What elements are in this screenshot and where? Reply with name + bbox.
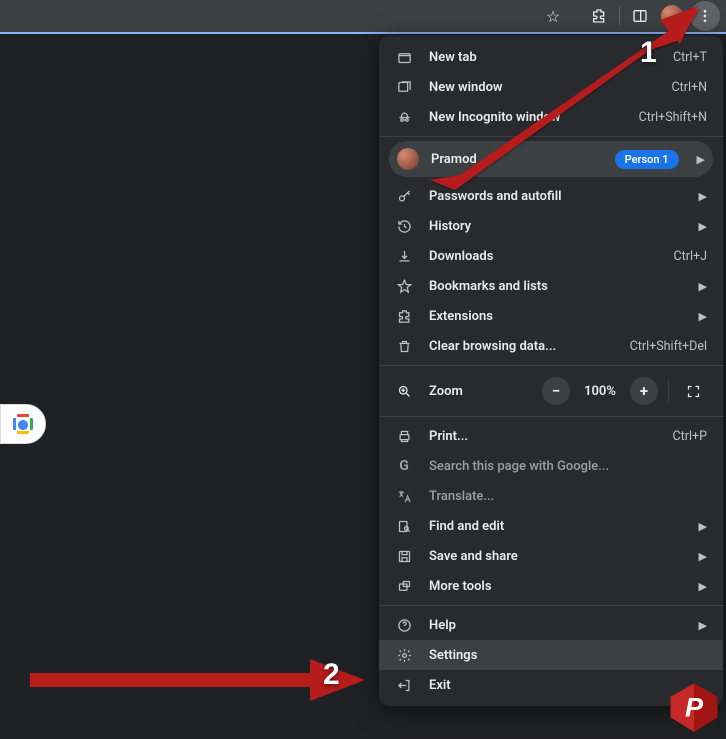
chevron-right-icon: ▶ [699,520,707,533]
annotation-label-2: 2 [323,660,340,690]
menu-clear-data[interactable]: Clear browsing data... Ctrl+Shift+Del [379,331,723,361]
menu-new-window[interactable]: New window Ctrl+N [379,72,723,102]
menu-help[interactable]: Help ▶ [379,610,723,640]
extensions-icon[interactable] [585,2,613,30]
google-g-icon: G [395,458,413,474]
bookmark-star-icon[interactable]: ☆ [539,2,567,30]
chevron-right-icon: ▶ [699,220,707,233]
settings-icon [395,648,413,663]
find-icon [395,519,413,534]
fullscreen-button[interactable] [679,377,707,405]
chevron-right-icon: ▶ [699,190,707,203]
menu-downloads[interactable]: Downloads Ctrl+J [379,241,723,271]
menu-translate: Translate... [379,481,723,511]
menu-extensions[interactable]: Extensions ▶ [379,301,723,331]
profile-avatar[interactable] [658,2,686,30]
menu-history[interactable]: History ▶ [379,211,723,241]
menu-settings[interactable]: Settings [379,640,723,670]
tab-icon [395,50,413,65]
download-icon [395,249,413,264]
menu-bookmarks[interactable]: Bookmarks and lists ▶ [379,271,723,301]
window-icon [395,80,413,95]
toolbar-separator [619,7,620,25]
zoom-in-button[interactable]: + [630,377,658,405]
chrome-main-menu: New tab Ctrl+T New window Ctrl+N New Inc… [379,36,723,706]
help-icon [395,618,413,633]
exit-icon [395,678,413,693]
history-icon [395,219,413,234]
side-panel-icon[interactable] [626,2,654,30]
menu-profile[interactable]: Pramod Person 1 ▶ [389,141,713,177]
zoom-percent: 100% [580,384,620,399]
print-icon [395,429,413,444]
profile-avatar-icon [397,148,419,170]
key-icon [395,189,413,204]
chevron-right-icon: ▶ [699,580,707,593]
menu-search-google: G Search this page with Google... [379,451,723,481]
chevron-right-icon: ▶ [699,550,707,563]
save-icon [395,549,413,564]
google-lens-icon [13,414,33,434]
chevron-right-icon: ▶ [697,153,705,166]
chevron-right-icon: ▶ [699,619,707,632]
menu-print[interactable]: Print... Ctrl+P [379,421,723,451]
menu-save-share[interactable]: Save and share ▶ [379,541,723,571]
zoom-out-button[interactable]: − [542,377,570,405]
incognito-icon [395,110,413,125]
menu-find-edit[interactable]: Find and edit ▶ [379,511,723,541]
star-icon [395,279,413,294]
translate-icon [395,489,413,504]
menu-exit[interactable]: Exit [379,670,723,700]
menu-new-tab[interactable]: New tab Ctrl+T [379,42,723,72]
puzzle-icon [395,309,413,324]
menu-more-tools[interactable]: More tools ▶ [379,571,723,601]
menu-incognito[interactable]: New Incognito window Ctrl+Shift+N [379,102,723,132]
annotation-label-1: 1 [640,38,657,68]
tools-icon [395,579,413,594]
menu-passwords[interactable]: Passwords and autofill ▶ [379,181,723,211]
more-menu-button[interactable] [690,1,720,31]
profile-badge: Person 1 [615,150,679,169]
google-lens-button[interactable] [0,404,46,444]
chevron-right-icon: ▶ [699,280,707,293]
zoom-icon [395,384,413,399]
menu-zoom: Zoom − 100% + [379,370,723,412]
trash-icon [395,339,413,354]
chevron-right-icon: ▶ [699,310,707,323]
